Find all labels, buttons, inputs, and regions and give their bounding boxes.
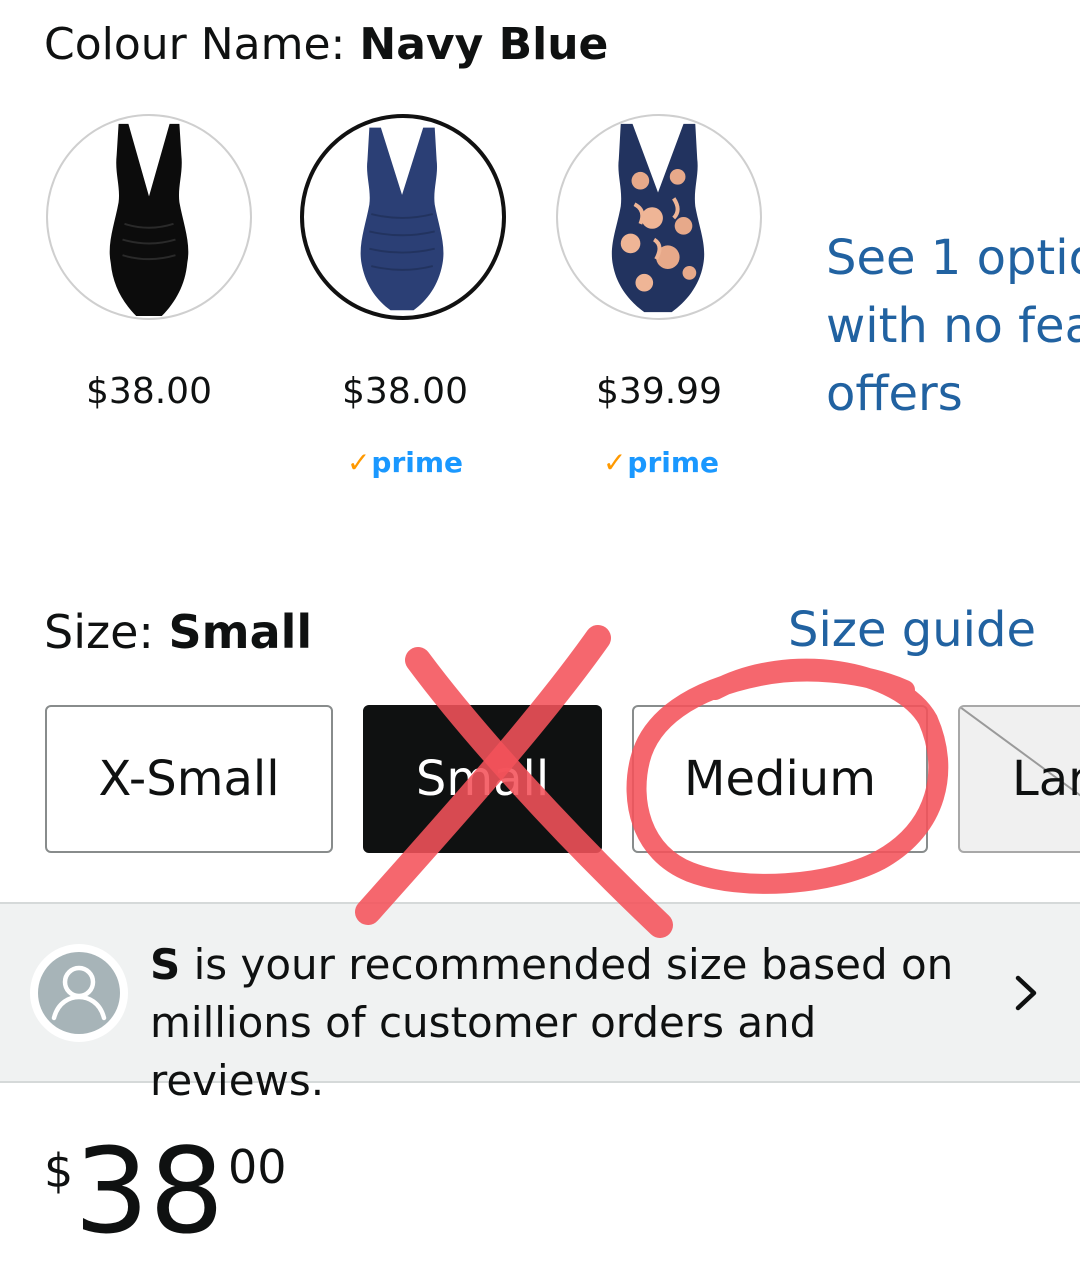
floral-swimsuit-image bbox=[611, 123, 705, 313]
swatch-price-navy-blue: $38.00 bbox=[342, 371, 468, 412]
size-option-x-small[interactable]: X-Small bbox=[45, 705, 333, 853]
size-label: Size: bbox=[44, 605, 169, 659]
chevron-right-icon[interactable] bbox=[1010, 968, 1040, 1018]
prime-badge: ✓prime bbox=[558, 446, 764, 480]
price-fraction: 00 bbox=[228, 1140, 287, 1194]
black-swimsuit-image bbox=[109, 123, 189, 317]
see-more-options-link[interactable]: See 1 option with no featured offers bbox=[826, 224, 1080, 428]
prime-badge: ✓prime bbox=[302, 446, 508, 480]
size-guide-link[interactable]: Size guide bbox=[788, 600, 1036, 660]
colour-swatch-black[interactable] bbox=[46, 114, 252, 320]
user-silhouette-icon bbox=[30, 944, 128, 1042]
size-option-label: Large bbox=[1012, 751, 1080, 807]
product-options-page: Colour Name: Navy Blue $38.00 $38.00 $39… bbox=[0, 0, 1080, 1276]
recommendation-line1: is your recommended size based on bbox=[180, 940, 954, 989]
size-option-small[interactable]: Small bbox=[363, 705, 602, 853]
colour-label: Colour Name: bbox=[44, 19, 360, 70]
colour-swatch-floral[interactable] bbox=[556, 114, 762, 320]
size-value: Small bbox=[168, 605, 313, 659]
prime-check-icon: ✓ bbox=[602, 446, 627, 479]
size-option-large[interactable]: Large bbox=[958, 705, 1080, 853]
price-whole: 38 bbox=[74, 1122, 225, 1260]
colour-heading: Colour Name: Navy Blue bbox=[44, 16, 608, 74]
prime-label: prime bbox=[371, 446, 464, 479]
size-heading: Size: Small bbox=[44, 602, 312, 662]
swatch-price-black: $38.00 bbox=[86, 371, 212, 412]
swatch-price-floral: $39.99 bbox=[596, 371, 722, 412]
prime-label: prime bbox=[627, 446, 720, 479]
price-currency-symbol: $ bbox=[44, 1144, 74, 1198]
recommendation-text: S is your recommended size based on mill… bbox=[150, 936, 990, 1110]
recommendation-line2: millions of customer orders and reviews. bbox=[150, 998, 817, 1105]
size-recommendation-banner[interactable]: S is your recommended size based on mill… bbox=[0, 902, 1080, 1105]
navy-swimsuit-image bbox=[360, 127, 444, 311]
prime-check-icon: ✓ bbox=[346, 446, 371, 479]
recommended-size-code: S bbox=[150, 940, 181, 989]
size-option-medium[interactable]: Medium bbox=[632, 705, 928, 853]
colour-value: Navy Blue bbox=[359, 19, 609, 70]
colour-swatch-navy-blue[interactable] bbox=[300, 114, 506, 320]
